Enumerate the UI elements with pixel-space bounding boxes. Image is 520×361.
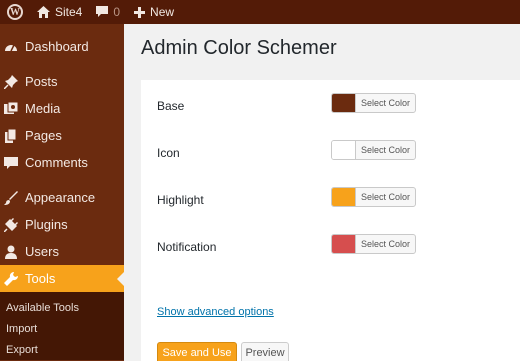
icon-color-swatch <box>332 141 356 159</box>
site-name: Site4 <box>55 5 83 19</box>
sidebar-item-users[interactable]: Users <box>0 238 124 265</box>
main-content: Admin Color Schemer Base Select Color Ic… <box>124 24 520 361</box>
comment-icon <box>4 156 18 170</box>
sidebar-item-appearance[interactable]: Appearance <box>0 184 124 211</box>
sidebar-item-label: Dashboard <box>25 39 89 54</box>
comment-bubble-icon <box>96 6 109 18</box>
sidebar-item-posts[interactable]: Posts <box>0 68 124 95</box>
wordpress-logo-icon: W <box>7 4 23 20</box>
sidebar-item-media[interactable]: Media <box>0 95 124 122</box>
sidebar-item-label: Pages <box>25 128 62 143</box>
sidebar-item-label: Comments <box>25 155 88 170</box>
select-color-label: Select Color <box>361 239 411 249</box>
save-and-use-button[interactable]: Save and Use <box>157 342 237 361</box>
wordpress-logo-button[interactable]: W <box>0 0 30 24</box>
sidebar-item-tools[interactable]: Tools <box>0 265 124 292</box>
sidebar-item-label: Appearance <box>25 190 96 205</box>
select-color-label: Select Color <box>361 145 411 155</box>
notification-label: Notification <box>157 240 217 254</box>
new-content-link[interactable]: New <box>127 0 181 24</box>
icon-label: Icon <box>157 146 180 160</box>
admin-sidebar: Dashboard Posts Media Pages Comments App… <box>0 24 124 361</box>
paintbrush-icon <box>4 190 18 205</box>
sidebar-item-plugins[interactable]: Plugins <box>0 211 124 238</box>
submenu-item-export[interactable]: Export <box>0 339 124 360</box>
tools-submenu: Available Tools Import Export <box>0 292 124 360</box>
preview-button[interactable]: Preview <box>241 342 289 361</box>
show-advanced-options-link[interactable]: Show advanced options <box>157 306 274 318</box>
base-label: Base <box>157 99 185 113</box>
sidebar-item-label: Media <box>25 101 61 116</box>
color-settings-panel: Base Select Color Icon Select Color High… <box>141 80 520 361</box>
dashboard-icon <box>4 40 18 54</box>
sidebar-item-label: Posts <box>25 74 58 89</box>
submenu-item-import[interactable]: Import <box>0 318 124 339</box>
comment-count: 0 <box>113 5 121 19</box>
wrench-icon <box>4 271 18 286</box>
home-icon <box>37 6 50 18</box>
user-icon <box>4 245 18 259</box>
pushpin-icon <box>4 74 18 89</box>
sidebar-item-label: Users <box>25 244 59 259</box>
submenu-item-available-tools[interactable]: Available Tools <box>0 297 124 318</box>
base-color-swatch <box>332 94 356 112</box>
comments-link[interactable]: 0 <box>89 0 127 24</box>
page-title: Admin Color Schemer <box>141 37 337 59</box>
select-color-label: Select Color <box>361 192 411 202</box>
highlight-color-swatch <box>332 188 356 206</box>
sidebar-item-label: Tools <box>25 271 56 286</box>
new-label: New <box>150 5 175 19</box>
plus-icon <box>134 6 146 18</box>
sidebar-item-pages[interactable]: Pages <box>0 122 124 149</box>
sidebar-item-label: Plugins <box>25 217 68 232</box>
sidebar-item-dashboard[interactable]: Dashboard <box>0 33 124 60</box>
highlight-label: Highlight <box>157 193 204 207</box>
highlight-color-picker[interactable]: Select Color <box>331 187 417 207</box>
plug-icon <box>4 217 18 232</box>
sidebar-item-comments[interactable]: Comments <box>0 149 124 176</box>
media-icon <box>4 101 18 116</box>
base-color-picker[interactable]: Select Color <box>331 93 417 113</box>
icon-color-picker[interactable]: Select Color <box>331 140 417 160</box>
select-color-label: Select Color <box>361 98 411 108</box>
notification-color-picker[interactable]: Select Color <box>331 234 417 254</box>
admin-bar: W Site4 0 New <box>0 0 520 24</box>
pages-icon <box>4 128 18 143</box>
notification-color-swatch <box>332 235 356 253</box>
site-name-link[interactable]: Site4 <box>30 0 89 24</box>
